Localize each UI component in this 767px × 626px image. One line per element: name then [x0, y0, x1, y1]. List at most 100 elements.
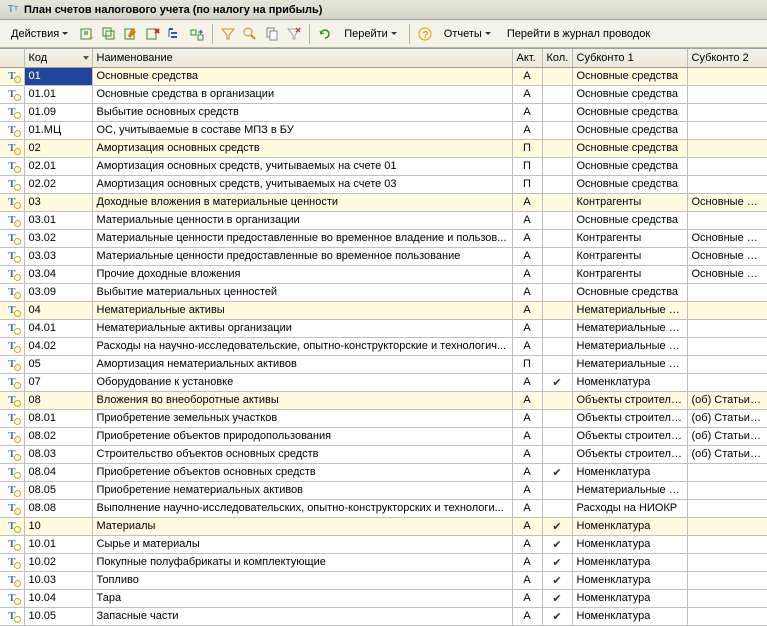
move-icon[interactable] — [187, 24, 207, 44]
table-row[interactable]: T04Нематериальные активыАНематериальные … — [0, 301, 767, 319]
cell-sub1: Нематериальные ак... — [572, 319, 687, 337]
clear-filter-icon[interactable] — [284, 24, 304, 44]
col-sub1-header[interactable]: Субконто 1 — [572, 49, 687, 67]
cell-code: 02.01 — [24, 157, 92, 175]
cell-qty — [542, 481, 572, 499]
cell-name: Нематериальные активы организации — [92, 319, 512, 337]
cell-qty — [542, 67, 572, 85]
table-row[interactable]: T01.МЦОС, учитываемые в составе МПЗ в БУ… — [0, 121, 767, 139]
table-row[interactable]: T04.02Расходы на научно-исследовательски… — [0, 337, 767, 355]
add-icon[interactable]: + — [77, 24, 97, 44]
table-row[interactable]: T08.05Приобретение нематериальных активо… — [0, 481, 767, 499]
cell-qty — [542, 229, 572, 247]
actions-menu[interactable]: Действия — [4, 25, 75, 43]
table-row[interactable]: T04.01Нематериальные активы организацииА… — [0, 319, 767, 337]
table-row[interactable]: T01.01Основные средства в организацииАОс… — [0, 85, 767, 103]
delete-icon[interactable] — [143, 24, 163, 44]
row-type-icon: T — [0, 571, 24, 589]
cell-code: 08.08 — [24, 499, 92, 517]
window: TT План счетов налогового учета (по нало… — [0, 0, 767, 626]
table-row[interactable]: T08.04Приобретение объектов основных сре… — [0, 463, 767, 481]
table-row[interactable]: T03.09Выбытие материальных ценностейАОсн… — [0, 283, 767, 301]
cell-name: Строительство объектов основных средств — [92, 445, 512, 463]
help-icon[interactable]: ? — [415, 24, 435, 44]
table-row[interactable]: T01.09Выбытие основных средствАОсновные … — [0, 103, 767, 121]
edit-icon[interactable] — [121, 24, 141, 44]
cell-sub1: Основные средства — [572, 157, 687, 175]
cell-sub2 — [687, 553, 767, 571]
table-row[interactable]: T01Основные средстваАОсновные средства — [0, 67, 767, 85]
copy-icon[interactable] — [262, 24, 282, 44]
add-group-icon[interactable] — [99, 24, 119, 44]
navigate-menu[interactable]: Перейти — [337, 25, 404, 43]
col-name-header[interactable]: Наименование — [92, 49, 512, 67]
journal-link[interactable]: Перейти в журнал проводок — [500, 25, 657, 43]
col-act-header[interactable]: Акт. — [512, 49, 542, 67]
cell-qty — [542, 355, 572, 373]
row-type-icon: T — [0, 373, 24, 391]
table-row[interactable]: T10.03ТопливоА✔Номенклатура — [0, 571, 767, 589]
table-row[interactable]: T03.03Материальные ценности предоставлен… — [0, 247, 767, 265]
refresh-icon[interactable] — [315, 24, 335, 44]
cell-sub2: Основные ср... — [687, 229, 767, 247]
table-row[interactable]: T02Амортизация основных средствПОсновные… — [0, 139, 767, 157]
cell-act: А — [512, 571, 542, 589]
cell-sub2 — [687, 535, 767, 553]
cell-sub1: Контрагенты — [572, 193, 687, 211]
table-row[interactable]: T02.02Амортизация основных средств, учит… — [0, 175, 767, 193]
table-row[interactable]: T03Доходные вложения в материальные ценн… — [0, 193, 767, 211]
row-type-icon: T — [0, 589, 24, 607]
table-row[interactable]: T08Вложения во внеоборотные активыАОбъек… — [0, 391, 767, 409]
titlebar: TT План счетов налогового учета (по нало… — [0, 0, 767, 20]
cell-name: Нематериальные активы — [92, 301, 512, 319]
table-row[interactable]: T03.02Материальные ценности предоставлен… — [0, 229, 767, 247]
row-type-icon: T — [0, 265, 24, 283]
hierarchy-icon[interactable] — [165, 24, 185, 44]
cell-name: Прочие доходные вложения — [92, 265, 512, 283]
table-row[interactable]: T10.01Сырье и материалыА✔Номенклатура — [0, 535, 767, 553]
table-row[interactable]: T08.01Приобретение земельных участковАОб… — [0, 409, 767, 427]
col-code-header[interactable]: Код — [24, 49, 92, 67]
cell-sub1: Номенклатура — [572, 517, 687, 535]
row-type-icon: T — [0, 355, 24, 373]
cell-sub2 — [687, 607, 767, 625]
table-row[interactable]: T10.04ТараА✔Номенклатура — [0, 589, 767, 607]
find-icon[interactable] — [240, 24, 260, 44]
cell-act: А — [512, 535, 542, 553]
cell-act: А — [512, 553, 542, 571]
table-row[interactable]: T10.05Запасные частиА✔Номенклатура — [0, 607, 767, 625]
cell-name: Приобретение земельных участков — [92, 409, 512, 427]
cell-qty — [542, 283, 572, 301]
table-row[interactable]: T10МатериалыА✔Номенклатура — [0, 517, 767, 535]
cell-qty: ✔ — [542, 571, 572, 589]
cell-sub1: Объекты строитель... — [572, 445, 687, 463]
cell-sub2 — [687, 103, 767, 121]
table-row[interactable]: T03.04Прочие доходные вложенияАКонтраген… — [0, 265, 767, 283]
reports-menu[interactable]: Отчеты — [437, 25, 498, 43]
table-row[interactable]: T08.03Строительство объектов основных ср… — [0, 445, 767, 463]
cell-act: А — [512, 409, 542, 427]
cell-name: Вложения во внеоборотные активы — [92, 391, 512, 409]
cell-qty — [542, 85, 572, 103]
cell-qty: ✔ — [542, 607, 572, 625]
table-row[interactable]: T08.08Выполнение научно-исследовательски… — [0, 499, 767, 517]
row-type-icon: T — [0, 175, 24, 193]
col-sub2-header[interactable]: Субконто 2 — [687, 49, 767, 67]
grid-scroll[interactable]: Код Наименование Акт. Кол. Субконто 1 Су… — [0, 48, 767, 626]
col-qty-header[interactable]: Кол. — [542, 49, 572, 67]
table-row[interactable]: T08.02Приобретение объектов природопольз… — [0, 427, 767, 445]
cell-code: 03 — [24, 193, 92, 211]
cell-sub2: Основные ср... — [687, 193, 767, 211]
table-row[interactable]: T05Амортизация нематериальных активовПНе… — [0, 355, 767, 373]
cell-act: П — [512, 175, 542, 193]
table-row[interactable]: T07Оборудование к установкеА✔Номенклатур… — [0, 373, 767, 391]
cell-qty: ✔ — [542, 463, 572, 481]
row-type-icon: T — [0, 427, 24, 445]
filter-icon[interactable] — [218, 24, 238, 44]
table-row[interactable]: T02.01Амортизация основных средств, учит… — [0, 157, 767, 175]
table-row[interactable]: T03.01Материальные ценности в организаци… — [0, 211, 767, 229]
cell-name: Сырье и материалы — [92, 535, 512, 553]
table-row[interactable]: T10.02Покупные полуфабрикаты и комплекту… — [0, 553, 767, 571]
col-icon-header[interactable] — [0, 49, 24, 67]
cell-sub1: Основные средства — [572, 175, 687, 193]
